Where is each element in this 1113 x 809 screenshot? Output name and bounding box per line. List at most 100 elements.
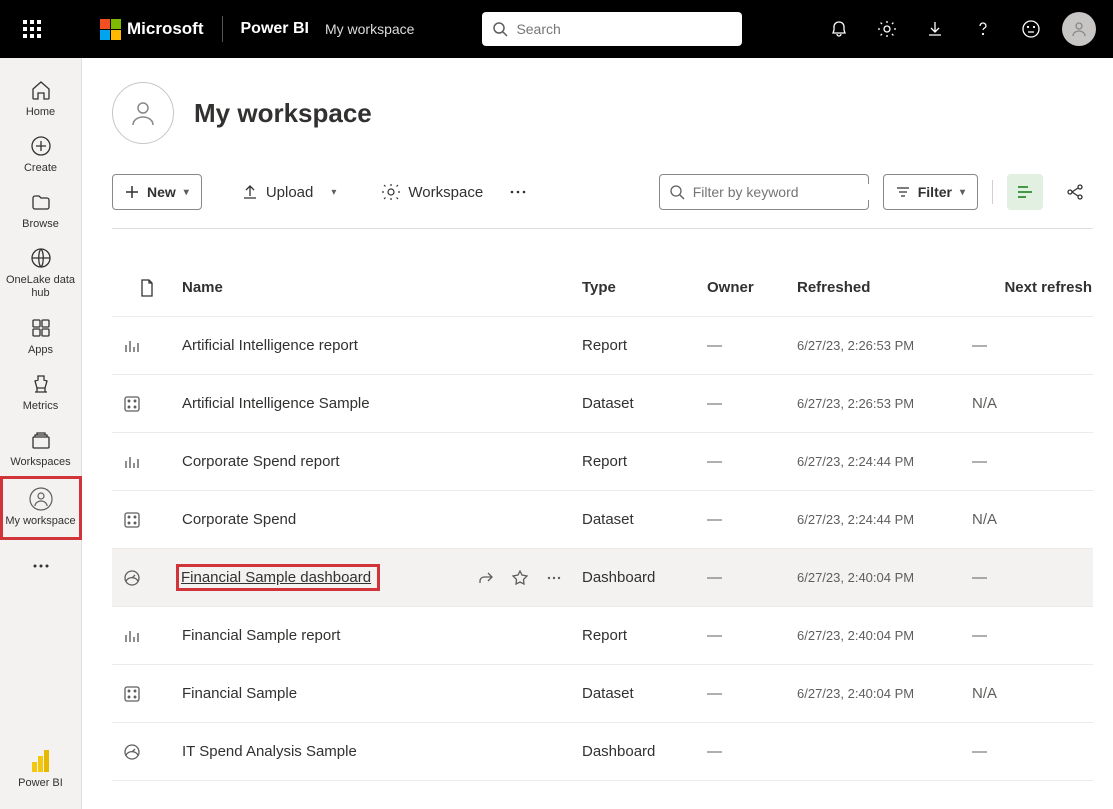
item-next-refresh: — (972, 337, 1092, 354)
report-icon (112, 453, 152, 471)
filter-field[interactable] (693, 184, 874, 200)
column-owner[interactable]: Owner (707, 279, 797, 296)
help-icon[interactable] (961, 7, 1005, 51)
item-type: Dashboard (582, 569, 707, 586)
column-name[interactable]: Name (182, 279, 582, 296)
table-row[interactable]: Financial Sample dashboard Dashboard — 6… (112, 549, 1093, 607)
item-refreshed: 6/27/23, 2:40:04 PM (797, 686, 972, 701)
column-type-icon[interactable] (112, 279, 182, 297)
nav-label: My workspace (5, 515, 75, 528)
dataset-icon (112, 511, 152, 529)
item-owner: — (707, 627, 797, 644)
upload-label: Upload (266, 184, 314, 201)
search-field[interactable] (516, 21, 732, 37)
search-icon (670, 185, 685, 200)
divider (992, 180, 993, 204)
download-icon[interactable] (913, 7, 957, 51)
lineage-icon (1066, 183, 1084, 201)
filter-button[interactable]: Filter ▾ (883, 174, 978, 210)
item-refreshed: 6/27/23, 2:26:53 PM (797, 338, 972, 353)
dataset-icon (112, 395, 152, 413)
item-owner: — (707, 453, 797, 470)
chevron-down-icon: ▾ (960, 187, 965, 198)
table-row[interactable]: IT Spend Analysis Sample Dashboard — — (112, 723, 1093, 781)
dashboard-icon (112, 743, 152, 761)
workspace-avatar-icon (29, 487, 53, 511)
item-type: Dashboard (582, 743, 707, 760)
view-lineage-button[interactable] (1057, 174, 1093, 210)
main-content: My workspace New ▾ Upload ▾ Workspace (82, 58, 1113, 809)
nav-label: Power BI (18, 777, 63, 789)
workspace-settings-button[interactable]: Workspace (376, 183, 489, 201)
notifications-icon[interactable] (817, 7, 861, 51)
item-refreshed: 6/27/23, 2:40:04 PM (797, 628, 972, 643)
star-icon[interactable] (512, 570, 528, 586)
nav-onelake[interactable]: OneLake data hub (0, 238, 82, 308)
item-name[interactable]: Corporate Spend report (182, 453, 340, 470)
ellipsis-icon[interactable] (546, 570, 562, 586)
item-refreshed: 6/27/23, 2:24:44 PM (797, 454, 972, 469)
search-input[interactable] (482, 12, 742, 46)
view-list-button[interactable] (1007, 174, 1043, 210)
column-refreshed[interactable]: Refreshed (797, 279, 972, 296)
topbar: Microsoft Power BI My workspace (0, 0, 1113, 58)
column-type[interactable]: Type (582, 279, 707, 296)
item-name[interactable]: Corporate Spend (182, 511, 296, 528)
item-owner: — (707, 569, 797, 586)
nav-workspaces[interactable]: Workspaces (0, 420, 82, 476)
new-button[interactable]: New ▾ (112, 174, 202, 210)
nav-browse[interactable]: Browse (0, 182, 82, 238)
item-refreshed: 6/27/23, 2:24:44 PM (797, 512, 972, 527)
item-type: Report (582, 453, 707, 470)
table-row[interactable]: Financial Sample Dataset — 6/27/23, 2:40… (112, 665, 1093, 723)
nav-my-workspace[interactable]: My workspace (0, 476, 82, 539)
product-name[interactable]: Power BI (241, 20, 309, 38)
nav-label: Workspaces (10, 456, 70, 468)
table-row[interactable]: Financial Sample report Report — 6/27/23… (112, 607, 1093, 665)
top-icons (817, 7, 1101, 51)
item-next-refresh: — (972, 743, 1092, 760)
item-name[interactable]: Artificial Intelligence Sample (182, 395, 370, 412)
item-type: Dataset (582, 685, 707, 702)
list-icon (1016, 183, 1034, 201)
table-row[interactable]: Corporate Spend Dataset — 6/27/23, 2:24:… (112, 491, 1093, 549)
filter-keyword-input[interactable] (659, 174, 869, 210)
dashboard-icon (112, 569, 152, 587)
workspaces-icon (29, 428, 53, 452)
breadcrumb[interactable]: My workspace (325, 21, 414, 37)
nav-more[interactable] (0, 546, 82, 586)
filter-label: Filter (918, 184, 952, 200)
item-name[interactable]: Financial Sample dashboard (181, 569, 371, 586)
ellipsis-icon (29, 554, 53, 578)
chevron-down-icon: ▾ (184, 187, 189, 198)
share-icon[interactable] (478, 570, 494, 586)
account-avatar[interactable] (1057, 7, 1101, 51)
item-type: Dataset (582, 511, 707, 528)
item-owner: — (707, 743, 797, 760)
powerbi-icon (29, 749, 53, 773)
content-table: Name Type Owner Refreshed Next refresh A… (112, 259, 1093, 781)
app-launcher-icon[interactable] (12, 9, 52, 49)
table-row[interactable]: Artificial Intelligence report Report — … (112, 317, 1093, 375)
nav-powerbi[interactable]: Power BI (0, 741, 82, 797)
item-name[interactable]: Artificial Intelligence report (182, 337, 358, 354)
create-icon (29, 134, 53, 158)
toolbar-more[interactable] (503, 183, 533, 201)
windows-icon (100, 19, 121, 40)
column-next[interactable]: Next refresh (972, 279, 1092, 296)
settings-icon[interactable] (865, 7, 909, 51)
nav-home[interactable]: Home (0, 70, 82, 126)
ws-settings-label: Workspace (408, 184, 483, 201)
table-row[interactable]: Corporate Spend report Report — 6/27/23,… (112, 433, 1093, 491)
nav-apps[interactable]: Apps (0, 308, 82, 364)
item-name[interactable]: IT Spend Analysis Sample (182, 743, 357, 760)
table-row[interactable]: Artificial Intelligence Sample Dataset —… (112, 375, 1093, 433)
nav-metrics[interactable]: Metrics (0, 364, 82, 420)
upload-button[interactable]: Upload ▾ (236, 184, 343, 201)
nav-create[interactable]: Create (0, 126, 82, 182)
feedback-icon[interactable] (1009, 7, 1053, 51)
item-name[interactable]: Financial Sample report (182, 627, 340, 644)
toolbar: New ▾ Upload ▾ Workspace Filt (112, 174, 1093, 229)
report-icon (112, 337, 152, 355)
item-name[interactable]: Financial Sample (182, 685, 297, 702)
